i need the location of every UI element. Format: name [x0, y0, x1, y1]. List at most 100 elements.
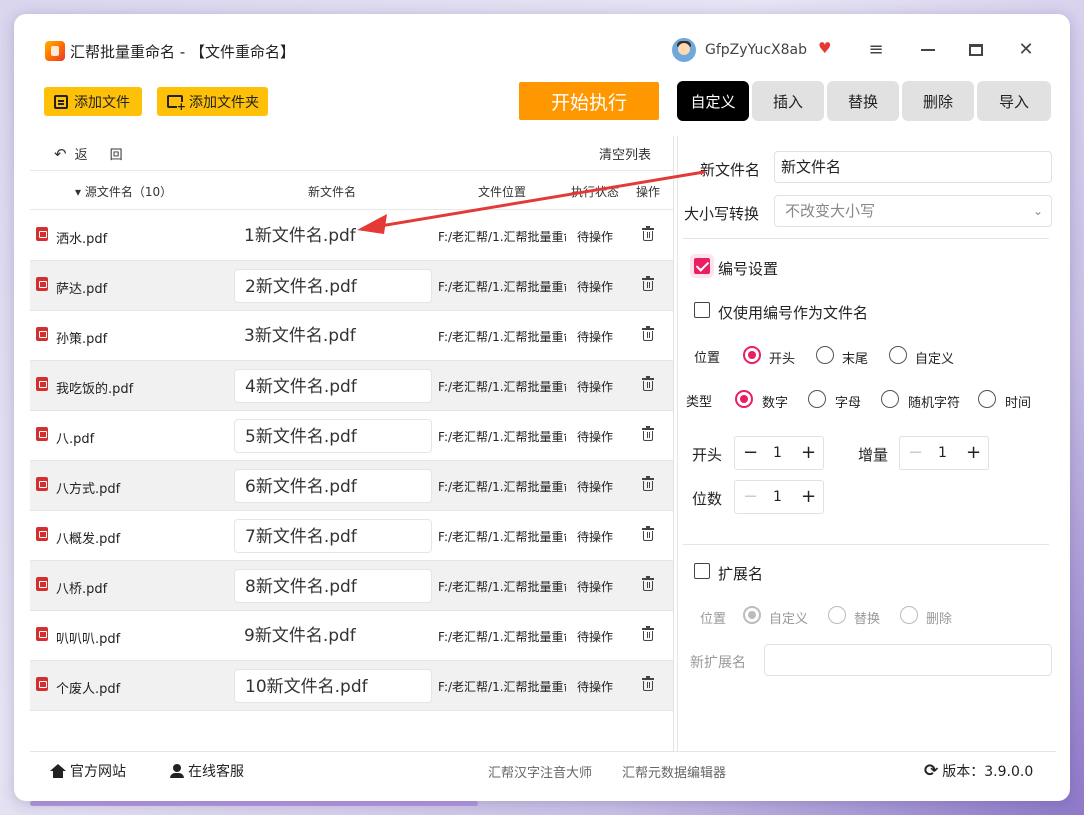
trash-icon[interactable]	[642, 576, 654, 591]
pinyin-app-link[interactable]: 汇帮汉字注音大师	[488, 762, 592, 781]
home-icon	[50, 764, 66, 778]
maximize-icon[interactable]	[962, 36, 990, 64]
start-value[interactable]: 1	[773, 437, 782, 469]
extension-checkbox[interactable]	[694, 563, 710, 579]
ext-replace-radio[interactable]	[828, 606, 846, 624]
decrement-button[interactable]: −	[908, 437, 923, 469]
type-time-radio[interactable]	[978, 390, 996, 408]
table-row[interactable]: 八桥.pdf 8新文件名.pdf F:/老汇帮/1.汇帮批量重命名 待操作	[30, 561, 673, 611]
table-row[interactable]: 个废人.pdf 10新文件名.pdf F:/老汇帮/1.汇帮批量重命名 待操作	[30, 661, 673, 711]
clear-list-button[interactable]: 清空列表	[599, 144, 651, 163]
tab-custom[interactable]: 自定义	[677, 81, 749, 121]
tab-replace[interactable]: 替换	[827, 81, 899, 121]
file-rows: 洒水.pdf 1新文件名.pdf F:/老汇帮/1.汇帮批量重命名 待操作 萨达…	[30, 211, 673, 711]
back-button[interactable]: ↶ 返 回	[54, 144, 123, 164]
decrement-button[interactable]: −	[743, 437, 758, 469]
source-filename: 孙策.pdf	[56, 332, 108, 347]
new-filename-field[interactable]: 4新文件名.pdf	[234, 369, 432, 403]
pdf-icon	[36, 677, 48, 691]
trash-icon[interactable]	[642, 276, 654, 291]
pdf-icon	[36, 327, 48, 341]
trash-icon[interactable]	[642, 626, 654, 641]
table-row[interactable]: 八.pdf 5新文件名.pdf F:/老汇帮/1.汇帮批量重命名 待操作	[30, 411, 673, 461]
only-number-checkbox[interactable]	[694, 302, 710, 318]
website-link[interactable]: 官方网站	[50, 761, 126, 781]
position-end-radio[interactable]	[816, 346, 834, 364]
decrement-button[interactable]: −	[743, 481, 758, 513]
table-row[interactable]: 八概发.pdf 7新文件名.pdf F:/老汇帮/1.汇帮批量重命名 待操作	[30, 511, 673, 561]
new-filename-field[interactable]: 8新文件名.pdf	[234, 569, 432, 603]
new-filename-field[interactable]: 1新文件名.pdf	[234, 219, 432, 253]
support-link[interactable]: 在线客服	[170, 761, 244, 781]
add-folder-button[interactable]: 添加文件夹	[157, 87, 268, 116]
trash-icon[interactable]	[642, 526, 654, 541]
header-status: 执行状态	[571, 185, 619, 199]
trash-icon[interactable]	[642, 326, 654, 341]
trash-icon[interactable]	[642, 476, 654, 491]
minimize-icon[interactable]	[914, 36, 942, 64]
increment-value[interactable]: 1	[938, 437, 947, 469]
extension-label: 扩展名	[718, 565, 764, 583]
new-filename-field[interactable]: 7新文件名.pdf	[234, 519, 432, 553]
table-header: ▾ 源文件名（10） 新文件名 文件位置 执行状态 操作	[30, 170, 673, 210]
ext-delete-radio[interactable]	[900, 606, 918, 624]
vip-diamond-icon[interactable]: ♥	[818, 39, 831, 57]
trash-icon[interactable]	[642, 226, 654, 241]
table-row[interactable]: 八方式.pdf 6新文件名.pdf F:/老汇帮/1.汇帮批量重命名 待操作	[30, 461, 673, 511]
start-stepper[interactable]: − 1 +	[734, 436, 824, 470]
tab-import[interactable]: 导入	[977, 81, 1051, 121]
table-row[interactable]: 洒水.pdf 1新文件名.pdf F:/老汇帮/1.汇帮批量重命名 待操作	[30, 211, 673, 261]
version-info[interactable]: ⟳ 版本：3.9.0.0	[924, 761, 1033, 781]
source-filename: 萨达.pdf	[56, 282, 108, 297]
tab-delete[interactable]: 删除	[902, 81, 974, 121]
new-name-input[interactable]: 新文件名	[774, 151, 1052, 183]
numbering-checkbox[interactable]	[694, 258, 710, 274]
increment-button[interactable]: +	[801, 481, 816, 513]
add-file-label: 添加文件	[74, 94, 130, 111]
increment-button[interactable]: +	[966, 437, 981, 469]
type-letter-radio[interactable]	[808, 390, 826, 408]
case-label: 大小写转换	[684, 205, 760, 223]
pdf-icon	[36, 577, 48, 591]
new-filename-field[interactable]: 9新文件名.pdf	[234, 619, 432, 653]
case-select-value: 不改变大小写	[785, 202, 876, 220]
start-button[interactable]: 开始执行	[519, 82, 659, 120]
trash-icon[interactable]	[642, 376, 654, 391]
file-location: F:/老汇帮/1.汇帮批量重命名	[438, 580, 566, 594]
case-select[interactable]: 不改变大小写 ⌄	[774, 195, 1052, 227]
new-filename-field[interactable]: 6新文件名.pdf	[234, 469, 432, 503]
avatar[interactable]	[672, 38, 696, 62]
position-custom-radio[interactable]	[889, 346, 907, 364]
type-random-radio[interactable]	[881, 390, 899, 408]
menu-icon[interactable]: ≡	[862, 36, 890, 64]
new-filename-field[interactable]: 3新文件名.pdf	[234, 319, 432, 353]
pdf-icon	[36, 427, 48, 441]
file-location: F:/老汇帮/1.汇帮批量重命名	[438, 330, 566, 344]
tab-insert[interactable]: 插入	[752, 81, 824, 121]
trash-icon[interactable]	[642, 426, 654, 441]
table-row[interactable]: 孙策.pdf 3新文件名.pdf F:/老汇帮/1.汇帮批量重命名 待操作	[30, 311, 673, 361]
new-filename-field[interactable]: 10新文件名.pdf	[234, 669, 432, 703]
new-ext-input[interactable]	[764, 644, 1052, 676]
table-row[interactable]: 我吃饭的.pdf 4新文件名.pdf F:/老汇帮/1.汇帮批量重命名 待操作	[30, 361, 673, 411]
close-icon[interactable]: ✕	[1012, 36, 1040, 64]
increment-button[interactable]: +	[801, 437, 816, 469]
new-filename-field[interactable]: 2新文件名.pdf	[234, 269, 432, 303]
numbering-label: 编号设置	[718, 260, 779, 278]
digits-stepper[interactable]: − 1 +	[734, 480, 824, 514]
header-action: 操作	[636, 185, 661, 199]
username[interactable]: GfpZyYucX8ab	[705, 42, 807, 58]
table-row[interactable]: 萨达.pdf 2新文件名.pdf F:/老汇帮/1.汇帮批量重命名 待操作	[30, 261, 673, 311]
new-filename-field[interactable]: 5新文件名.pdf	[234, 419, 432, 453]
metadata-app-link[interactable]: 汇帮元数据编辑器	[622, 762, 726, 781]
table-row[interactable]: 叭叭叭.pdf 9新文件名.pdf F:/老汇帮/1.汇帮批量重命名 待操作	[30, 611, 673, 661]
trash-icon[interactable]	[642, 676, 654, 691]
ext-custom-radio[interactable]	[743, 606, 761, 624]
header-source[interactable]: ▾ 源文件名（10）	[75, 183, 172, 200]
type-number-radio[interactable]	[735, 390, 753, 408]
add-file-button[interactable]: 添加文件	[44, 87, 142, 116]
position-start-radio[interactable]	[743, 346, 761, 364]
digits-value[interactable]: 1	[773, 481, 782, 513]
increment-stepper[interactable]: − 1 +	[899, 436, 989, 470]
position-custom-label: 自定义	[915, 352, 955, 367]
